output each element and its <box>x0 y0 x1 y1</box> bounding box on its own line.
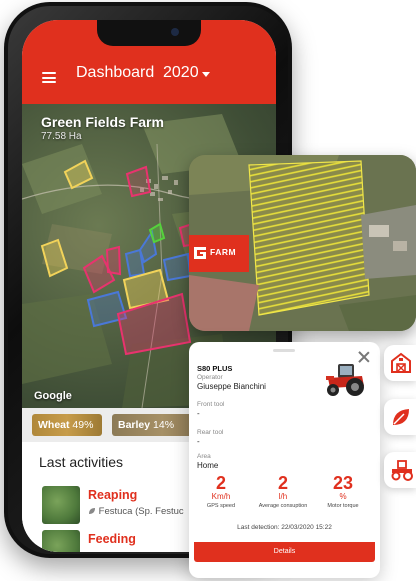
farm-badge: FARM <box>189 235 249 272</box>
stat-gps-speed: 2 Km/h GPS speed <box>191 474 251 511</box>
front-tool-value: - <box>197 409 200 418</box>
stat-unit: Km/h <box>211 492 231 501</box>
stat-unit: l/h <box>278 492 288 501</box>
activity-name: Reaping <box>88 488 138 502</box>
activity-thumbnail <box>42 486 80 524</box>
farm-badge-label: FARM <box>210 247 237 257</box>
crop-percent: 14% <box>153 419 175 431</box>
stat-value: 23 <box>332 473 354 493</box>
details-button[interactable]: Details <box>194 542 375 562</box>
phone-notch <box>97 20 201 46</box>
camera-icon <box>171 28 179 36</box>
year-selector[interactable]: 2020 <box>163 64 199 82</box>
stat-average-consumption: 2 l/h Average consuption <box>253 474 313 511</box>
farm-name: Green Fields Farm <box>41 114 164 130</box>
activity-detail-text: Festuca (Sp. Festuc <box>98 506 184 517</box>
side-button-leaf[interactable] <box>384 399 416 435</box>
aerial-view-card[interactable]: FARM <box>189 155 416 331</box>
crop-label: Wheat <box>38 419 70 431</box>
stat-value: 2 <box>277 473 288 493</box>
farm-area: 77.58 Ha <box>41 131 82 142</box>
stat-value: 2 <box>215 473 226 493</box>
stat-label: GPS speed <box>206 503 236 509</box>
map-attribution: Google <box>34 390 72 402</box>
stat-unit: % <box>339 492 347 501</box>
farm-logo-icon <box>194 247 206 259</box>
crop-percent: 49% <box>72 419 94 431</box>
tractor-image <box>326 364 364 396</box>
chevron-down-icon[interactable] <box>202 72 210 77</box>
drag-handle[interactable] <box>273 349 295 352</box>
stat-motor-torque: 23 % Motor torque <box>313 474 373 511</box>
stat-label: Average consuption <box>258 503 308 509</box>
last-detection: Last detection: 22/03/2020 15:22 <box>237 524 332 531</box>
rear-tool-value: - <box>197 437 200 446</box>
barn-icon <box>391 352 411 373</box>
app-title: Dashboard <box>76 64 155 81</box>
crop-chip-wheat[interactable]: Wheat 49% <box>32 414 102 436</box>
activity-detail: Festuca (Sp. Festuc <box>88 506 184 517</box>
stat-label: Motor torque <box>327 503 359 509</box>
activities-title: Last activities <box>39 454 124 470</box>
side-button-tractor[interactable] <box>384 452 416 488</box>
machine-detail-card: S80 PLUS Operator Giuseppe Bianchini Fro… <box>189 342 380 578</box>
front-tool-label: Front tool <box>197 401 225 408</box>
activity-name: Feeding <box>88 532 136 546</box>
side-button-barn[interactable] <box>384 345 416 381</box>
hamburger-menu-icon[interactable] <box>42 72 56 83</box>
crop-label: Barley <box>118 419 151 431</box>
leaf-icon <box>393 409 409 425</box>
area-label: Area <box>197 453 211 460</box>
tractor-icon <box>391 460 413 481</box>
operator-value: Giuseppe Bianchini <box>197 382 266 391</box>
machine-model: S80 PLUS <box>197 364 233 373</box>
leaf-icon <box>89 508 95 514</box>
operator-label: Operator <box>197 374 223 381</box>
area-value: Home <box>197 461 219 470</box>
rear-tool-label: Rear tool <box>197 429 224 436</box>
activity-thumbnail <box>42 530 80 552</box>
